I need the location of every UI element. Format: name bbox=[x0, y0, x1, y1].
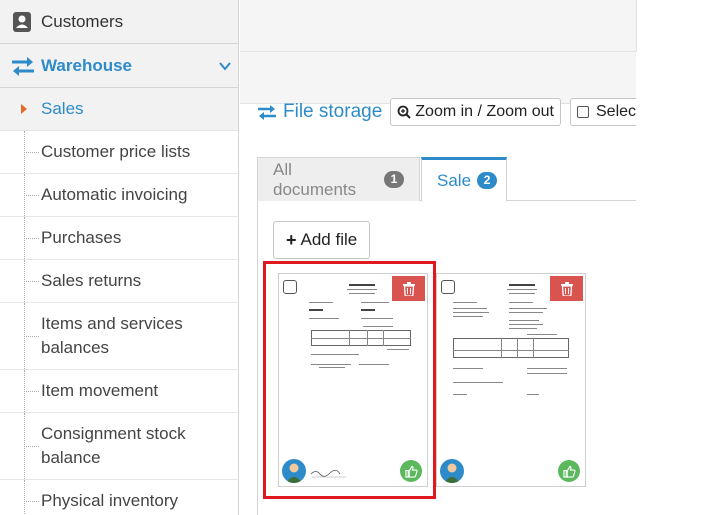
sidebar-item-automatic-invoicing[interactable]: Automatic invoicing bbox=[0, 174, 238, 217]
sidebar-item-label: Sales bbox=[41, 99, 84, 118]
sidebar-item-physical-inventory[interactable]: Physical inventory bbox=[0, 480, 238, 515]
tab-all-documents[interactable]: All documents 1 bbox=[257, 157, 420, 201]
select-all-checkbox[interactable] bbox=[577, 106, 589, 118]
sidebar-item-label: Consignment stock balance bbox=[41, 424, 186, 467]
sidebar-item-label: Customer price lists bbox=[41, 142, 191, 161]
caret-right-icon bbox=[21, 104, 27, 114]
trash-icon bbox=[560, 281, 573, 296]
sidebar-item-label: Sales returns bbox=[41, 271, 142, 290]
count-badge: 1 bbox=[384, 171, 404, 188]
file-storage-toolbar: File storage Zoom in / Zoom out Select a… bbox=[257, 98, 636, 126]
approve-button[interactable] bbox=[558, 460, 580, 482]
sidebar-item-consignment-stock-balance[interactable]: Consignment stock balance bbox=[0, 413, 238, 480]
plus-icon: + bbox=[286, 229, 297, 250]
file-storage-title: File storage bbox=[283, 101, 383, 122]
add-file-label: Add file bbox=[300, 230, 358, 249]
zoom-button[interactable]: Zoom in / Zoom out bbox=[390, 98, 561, 126]
main-content: File storage Zoom in / Zoom out Select a… bbox=[240, 0, 702, 515]
zoom-icon bbox=[397, 105, 411, 119]
count-badge: 2 bbox=[477, 172, 498, 189]
document-thumbnail[interactable] bbox=[447, 278, 577, 446]
sidebar: Customers Warehouse Sales Customer price… bbox=[0, 0, 239, 515]
select-all-label: Select all bbox=[596, 103, 636, 120]
sidebar-item-customer-price-lists[interactable]: Customer price lists bbox=[0, 131, 238, 174]
tab-label: All documents bbox=[273, 159, 357, 199]
sidebar-warehouse-label: Warehouse bbox=[41, 55, 133, 75]
sidebar-customers-label: Customers bbox=[41, 11, 124, 31]
sidebar-item-label: Items and services balances bbox=[41, 314, 183, 357]
document-checkbox[interactable] bbox=[441, 280, 455, 294]
select-all-button[interactable]: Select all bbox=[570, 98, 636, 126]
exchange-arrows-icon bbox=[258, 105, 276, 120]
sidebar-item-items-services-balances[interactable]: Items and services balances bbox=[0, 303, 238, 370]
sidebar-item-label: Automatic invoicing bbox=[41, 185, 188, 204]
sidebar-item-customers[interactable]: Customers bbox=[0, 0, 238, 44]
sidebar-item-item-movement[interactable]: Item movement bbox=[0, 370, 238, 413]
tab-label: Sale bbox=[437, 170, 472, 190]
delete-button[interactable] bbox=[550, 276, 583, 301]
document-card[interactable] bbox=[436, 273, 586, 487]
document-tabs: All documents 1 Sale 2 bbox=[257, 157, 636, 202]
sidebar-item-warehouse[interactable]: Warehouse bbox=[0, 44, 238, 88]
chevron-down-icon[interactable] bbox=[218, 59, 232, 73]
address-book-icon bbox=[13, 11, 31, 32]
sidebar-item-label: Purchases bbox=[41, 228, 122, 247]
tab-sale[interactable]: Sale 2 bbox=[421, 157, 507, 202]
documents-panel: + Add file bbox=[257, 201, 636, 515]
add-file-button[interactable]: + Add file bbox=[273, 221, 371, 259]
thumbs-up-icon bbox=[562, 465, 576, 478]
sidebar-item-label: Item movement bbox=[41, 381, 159, 400]
sidebar-item-sales[interactable]: Sales bbox=[0, 88, 238, 131]
exchange-arrows-icon bbox=[12, 56, 34, 76]
zoom-button-label: Zoom in / Zoom out bbox=[415, 103, 554, 120]
selection-highlight bbox=[263, 261, 436, 499]
avatar bbox=[440, 459, 464, 483]
sidebar-item-label: Physical inventory bbox=[41, 491, 179, 510]
sidebar-item-sales-returns[interactable]: Sales returns bbox=[0, 260, 238, 303]
sidebar-item-purchases[interactable]: Purchases bbox=[0, 217, 238, 260]
